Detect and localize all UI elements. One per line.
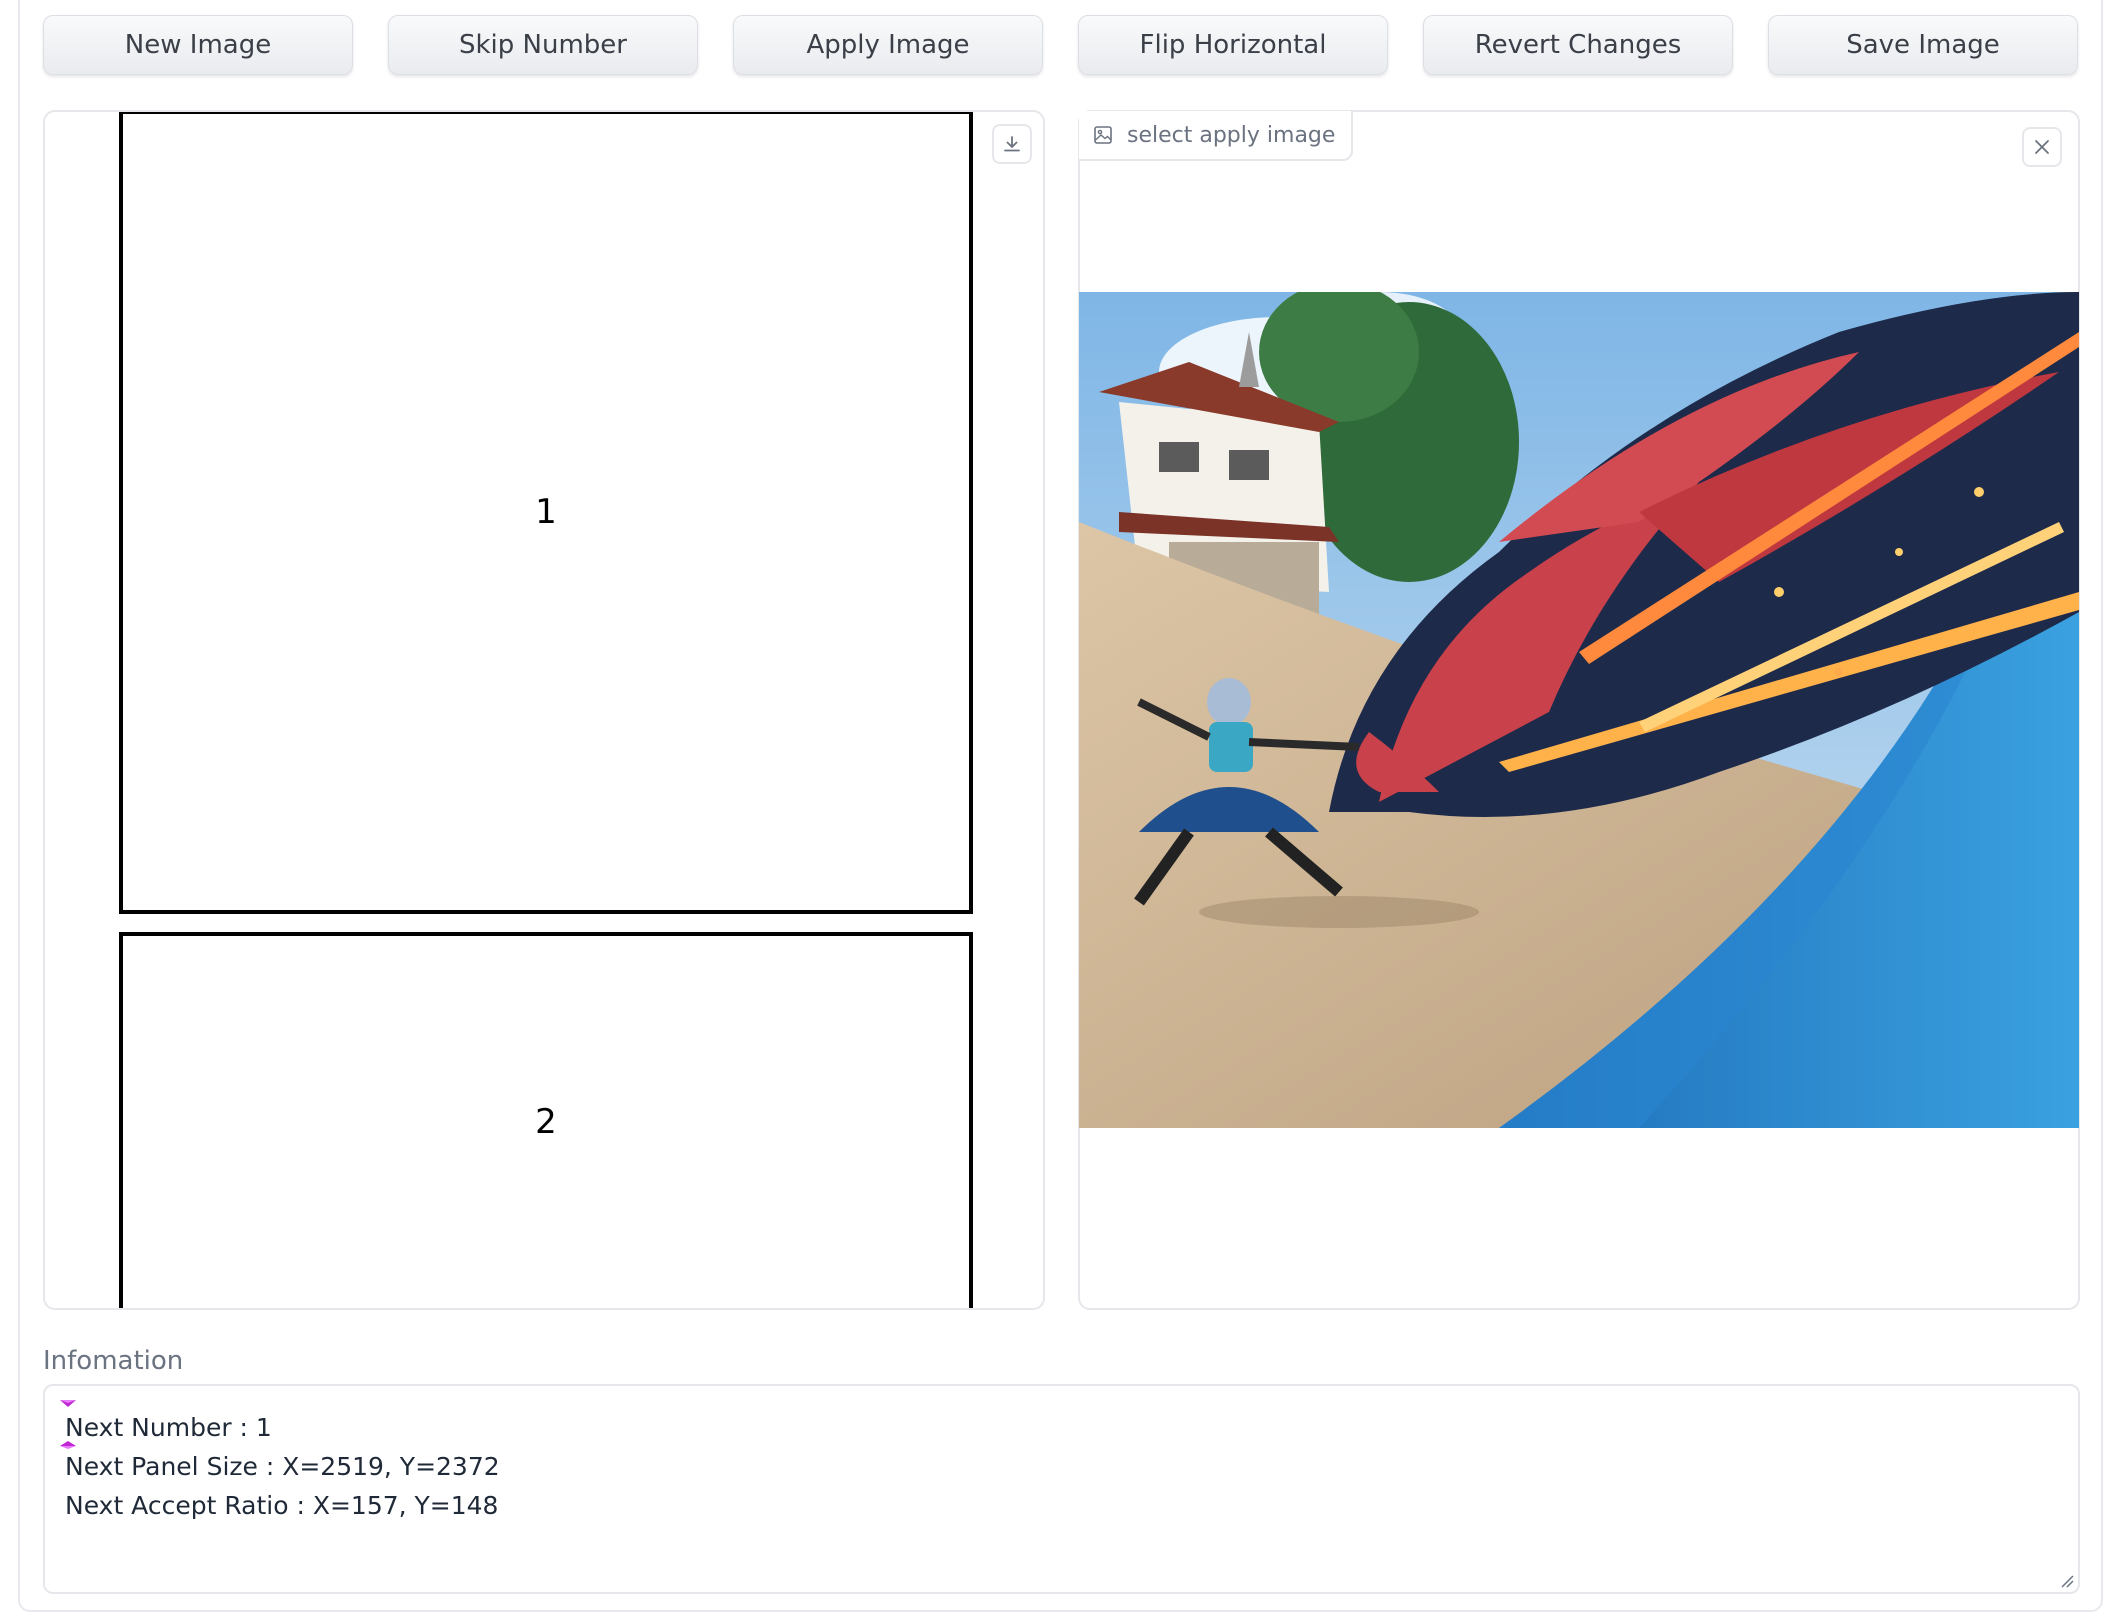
info-line-accept-ratio: Next Accept Ratio : X=157, Y=148 bbox=[65, 1491, 499, 1520]
download-icon bbox=[1004, 136, 1020, 152]
info-textarea[interactable]: Next Number : 1 Next Panel Size : X=2519… bbox=[43, 1384, 2080, 1594]
info-line-panel-size: Next Panel Size : X=2519, Y=2372 bbox=[65, 1452, 500, 1481]
comic-panel-1[interactable]: 1 bbox=[119, 112, 973, 914]
panel-number-2: 2 bbox=[535, 1102, 557, 1142]
download-button[interactable] bbox=[992, 124, 1032, 164]
close-image-button[interactable] bbox=[2022, 127, 2062, 167]
apply-image-tag: select apply image bbox=[1079, 111, 1354, 161]
save-image-button[interactable]: Save Image bbox=[1768, 15, 2078, 75]
applied-illustration bbox=[1079, 292, 2079, 1128]
panel-number-1: 1 bbox=[535, 492, 557, 532]
skip-number-button[interactable]: Skip Number bbox=[388, 15, 698, 75]
info-line-next-number: Next Number : 1 bbox=[65, 1413, 272, 1442]
gem-icon bbox=[60, 1400, 76, 1407]
image-icon bbox=[1094, 126, 1112, 144]
info-label: Infomation bbox=[43, 1346, 184, 1376]
comic-panel-2[interactable]: 2 bbox=[119, 932, 973, 1308]
apply-image-label: select apply image bbox=[1127, 122, 1336, 148]
new-image-button[interactable]: New Image bbox=[43, 15, 353, 75]
flip-horizontal-button[interactable]: Flip Horizontal bbox=[1078, 15, 1388, 75]
revert-changes-button[interactable]: Revert Changes bbox=[1423, 15, 1733, 75]
apply-image-button[interactable]: Apply Image bbox=[733, 15, 1043, 75]
close-icon bbox=[2035, 140, 2049, 154]
resize-handle-icon[interactable] bbox=[2058, 1572, 2074, 1588]
info-lines: Next Number : 1 Next Panel Size : X=2519… bbox=[65, 1408, 500, 1525]
canvas-panel: 1 2 bbox=[43, 110, 1045, 1310]
